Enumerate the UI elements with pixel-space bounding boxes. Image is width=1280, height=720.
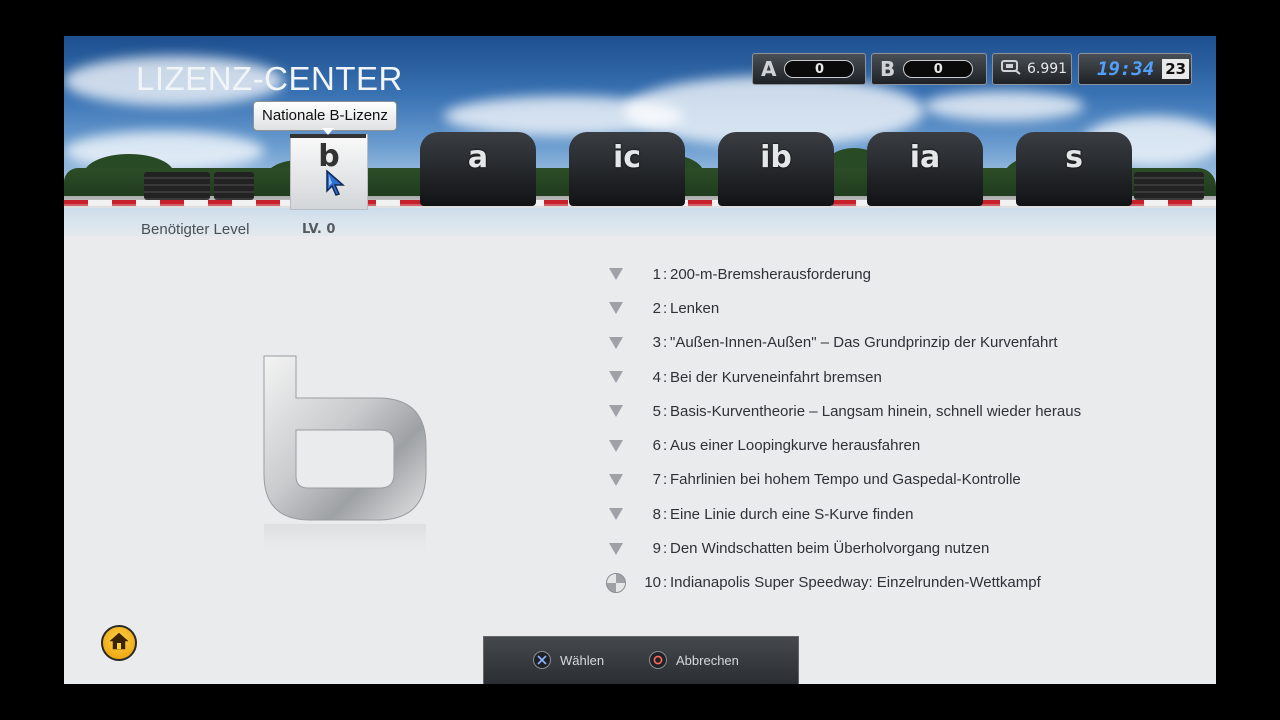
license-ib-tile[interactable]: ib [718, 132, 834, 206]
tooltip-pointer [322, 128, 334, 135]
button-hint-bar: Wählen Abbrechen [483, 636, 799, 684]
locked-triangle-icon [606, 508, 626, 521]
credits-display: 6.991 [992, 53, 1072, 85]
credits-value: 6.991 [1027, 61, 1068, 77]
test-separator: : [663, 299, 668, 317]
license-test-item[interactable]: 9 : Den Windschatten beim Überholvorgang… [604, 531, 1204, 565]
license-test-item[interactable]: 2 : Lenken [604, 291, 1204, 325]
locked-triangle-icon [606, 439, 626, 452]
locked-triangle-icon [606, 371, 626, 384]
cross-button-icon [533, 651, 551, 669]
license-a-value: 0 [784, 60, 855, 78]
license-ic-tile-label: ic [612, 140, 642, 175]
license-test-item[interactable]: 7 : Fahrlinien bei hohem Tempo und Gaspe… [604, 463, 1204, 497]
cancel-label: Abbrechen [676, 652, 739, 668]
locked-triangle-icon [606, 302, 626, 315]
license-ib-tile-label: ib [760, 140, 792, 175]
test-title: "Außen-Innen-Außen" – Das Grundprinzip d… [670, 334, 1058, 352]
test-number: 8 [652, 505, 661, 523]
locked-triangle-icon [606, 542, 626, 555]
calendar-day: 23 [1162, 59, 1190, 79]
license-test-item[interactable]: 4 : Bei der Kurveneinfahrt bremsen [604, 360, 1204, 394]
required-level-label: Benötigter Level [141, 221, 250, 238]
license-ia-tile[interactable]: ia [867, 132, 983, 206]
test-separator: : [663, 334, 668, 352]
required-level-value: LV. 0 [302, 222, 336, 237]
test-number: 3 [652, 334, 661, 352]
test-title: Lenken [670, 299, 720, 317]
test-separator: : [663, 402, 668, 420]
test-title: Den Windschatten beim Überholvorgang nut… [670, 540, 990, 558]
license-s-tile-label: s [1065, 140, 1083, 175]
pointer-cursor-icon [325, 169, 347, 201]
license-b-letter: B [880, 57, 896, 81]
license-a-tile[interactable]: a [420, 132, 536, 206]
select-label: Wählen [560, 652, 605, 668]
select-hint[interactable]: Wählen [533, 651, 604, 669]
license-a-counter: A 0 [752, 53, 866, 85]
test-number: 6 [652, 437, 661, 455]
license-ic-tile[interactable]: ic [569, 132, 685, 206]
locked-triangle-icon [606, 268, 626, 281]
license-test-item[interactable]: 8 : Eine Linie durch eine S-Kurve finden [604, 497, 1204, 531]
license-test-item[interactable]: 6 : Aus einer Loopingkurve herausfahren [604, 428, 1204, 462]
license-test-item[interactable]: 10 : Indianapolis Super Speedway: Einzel… [604, 566, 1204, 600]
license-a-letter: A [761, 57, 777, 81]
license-test-item[interactable]: 3 : "Außen-Innen-Außen" – Das Grundprinz… [604, 326, 1204, 360]
credits-icon [1001, 59, 1021, 79]
circle-button-icon [649, 651, 667, 669]
license-b-value: 0 [903, 60, 974, 78]
test-number: 7 [652, 471, 661, 489]
test-title: Fahrlinien bei hohem Tempo und Gaspedal-… [670, 471, 1021, 489]
test-title: Indianapolis Super Speedway: Einzelrunde… [670, 574, 1041, 592]
test-number: 4 [652, 368, 661, 386]
test-number: 5 [652, 402, 661, 420]
license-test-list: 1 : 200-m-Bremsherausforderung 2 : Lenke… [604, 257, 1204, 600]
test-separator: : [663, 505, 668, 523]
license-b-counter: B 0 [871, 53, 987, 85]
checkered-flag-icon [606, 572, 626, 593]
test-separator: : [663, 540, 668, 558]
license-s-tile[interactable]: s [1016, 132, 1132, 206]
clock-time: 19:34 [1097, 58, 1155, 80]
test-separator: : [663, 574, 668, 592]
test-title: Aus einer Loopingkurve herausfahren [670, 437, 921, 455]
test-separator: : [663, 265, 668, 283]
page-title: LIZENZ-CENTER [136, 60, 403, 97]
test-separator: : [663, 437, 668, 455]
license-test-item[interactable]: 5 : Basis-Kurventheorie – Langsam hinein… [604, 394, 1204, 428]
test-title: Basis-Kurventheorie – Langsam hinein, sc… [670, 402, 1082, 420]
test-title: Eine Linie durch eine S-Kurve finden [670, 505, 914, 523]
license-a-tile-label: a [467, 140, 489, 175]
test-number: 1 [652, 265, 661, 283]
home-button[interactable] [101, 625, 137, 661]
game-screen: LIZENZ-CENTER A 0 B 0 6.991 19:34 23 b a… [64, 36, 1216, 684]
clock-display: 19:34 23 [1078, 53, 1192, 85]
locked-triangle-icon [606, 336, 626, 349]
test-separator: : [663, 368, 668, 386]
license-test-item[interactable]: 1 : 200-m-Bremsherausforderung [604, 257, 1204, 291]
license-tooltip: Nationale B-Lizenz [253, 101, 397, 131]
license-ia-tile-label: ia [909, 140, 941, 175]
locked-triangle-icon [606, 405, 626, 418]
test-title: 200-m-Bremsherausforderung [670, 265, 871, 283]
cancel-hint[interactable]: Abbrechen [649, 651, 739, 669]
home-icon [109, 632, 129, 654]
locked-triangle-icon [606, 473, 626, 486]
test-number: 9 [652, 540, 661, 558]
test-title: Bei der Kurveneinfahrt bremsen [670, 368, 882, 386]
test-separator: : [663, 471, 668, 489]
test-number: 2 [652, 299, 661, 317]
license-b-emblem [260, 354, 430, 563]
test-number: 10 [644, 574, 661, 592]
